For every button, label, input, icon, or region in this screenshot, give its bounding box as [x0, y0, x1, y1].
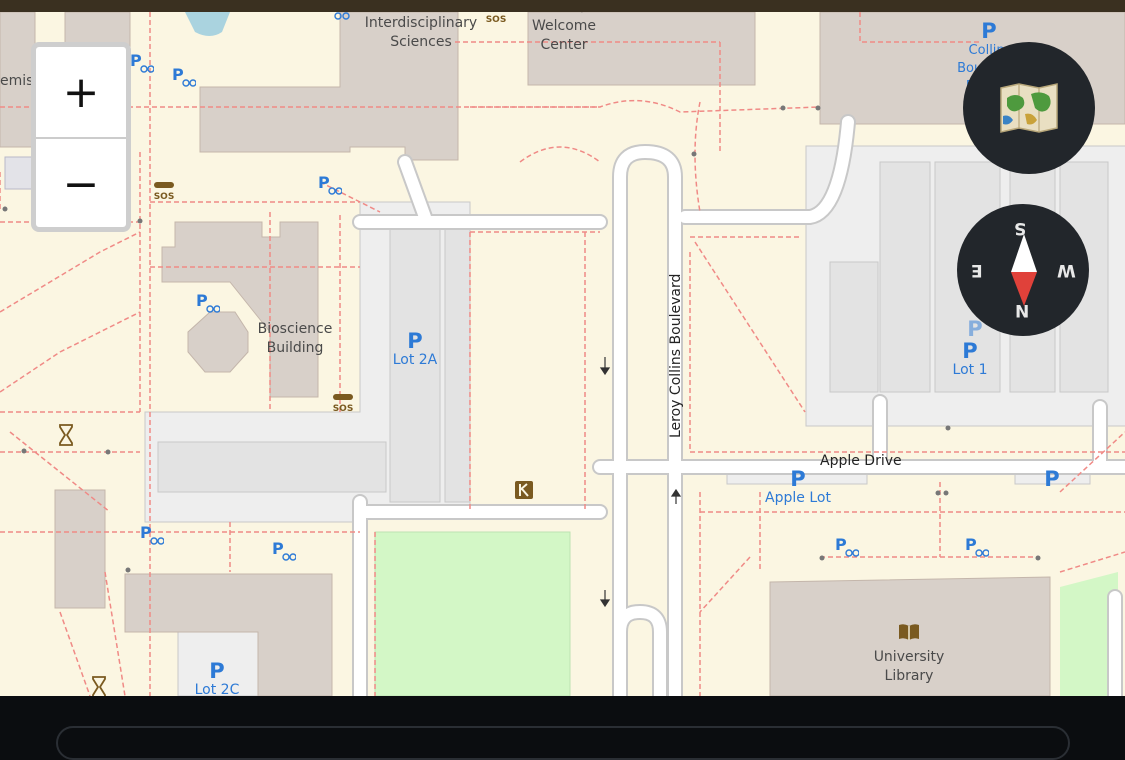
parking-apple-lot-label: P Apple Lot	[765, 467, 831, 506]
bicycle-parking-icon[interactable]: P	[272, 538, 297, 566]
svg-text:P: P	[130, 51, 142, 70]
map-layers-icon	[1000, 83, 1058, 133]
building	[187, 311, 249, 373]
green-field	[374, 531, 571, 696]
parking-aisle	[879, 161, 931, 393]
svg-text:SOS: SOS	[486, 15, 507, 25]
svg-text:P: P	[318, 173, 330, 192]
shop-icon[interactable]	[514, 480, 534, 504]
bicycle-parking-icon[interactable]: P	[140, 522, 165, 550]
label-university-library: University Library	[873, 649, 945, 684]
compass-east-label: E	[971, 260, 983, 280]
svg-text:P: P	[965, 535, 977, 554]
compass-button[interactable]: S N E W	[957, 204, 1089, 336]
label-apple-drive: Apple Drive	[820, 453, 902, 469]
compass-west-label: W	[1057, 260, 1076, 280]
search-panel-handle[interactable]	[56, 726, 1070, 760]
hourglass-icon[interactable]	[58, 424, 74, 450]
svg-text:P: P	[172, 65, 184, 84]
compass-needle-icon	[1011, 234, 1037, 306]
svg-text:SOS: SOS	[154, 192, 175, 202]
bicycle-parking-icon[interactable]: P	[172, 64, 197, 92]
map-layers-button[interactable]	[963, 42, 1095, 174]
pond	[185, 12, 230, 36]
building	[54, 489, 106, 609]
svg-text:SOS: SOS	[333, 404, 354, 414]
bicycle-parking-icon[interactable]: P	[318, 172, 343, 200]
parking-symbol: P	[1044, 467, 1060, 491]
label-bioscience-building: Bioscience Building	[257, 321, 333, 356]
label-welcome-center: Allen / Welcome Center	[531, 12, 597, 53]
library-icon[interactable]	[897, 622, 921, 646]
emergency-phone-icon[interactable]: SOS	[152, 180, 176, 206]
bottom-panel	[0, 696, 1125, 760]
svg-text:P: P	[196, 291, 208, 310]
building-bioscience	[161, 221, 319, 398]
top-bar	[0, 0, 1125, 12]
zoom-in-button[interactable]: +	[36, 47, 126, 137]
map-viewport[interactable]: Interdisciplinary Sciences Allen / Welco…	[0, 12, 1125, 696]
parking-aisle	[829, 261, 879, 393]
svg-text:P: P	[140, 523, 152, 542]
bicycle-parking-icon[interactable]: P	[965, 534, 990, 562]
parking-lot-2c-label: P Lot 2C	[194, 659, 240, 696]
label-interdisciplinary-sciences: Interdisciplinary Sciences	[364, 15, 478, 50]
zoom-control: + −	[31, 42, 131, 232]
emergency-phone-icon[interactable]: SOS	[484, 12, 508, 34]
label-leroy-collins-boulevard: Leroy Collins Boulevard	[668, 273, 684, 438]
bicycle-parking-icon[interactable]: P	[130, 50, 155, 78]
bicycle-parking-icon[interactable]: P	[196, 290, 221, 318]
svg-text:P: P	[272, 539, 284, 558]
hourglass-icon[interactable]	[91, 676, 107, 696]
bicycle-parking-icon[interactable]: P	[835, 534, 860, 562]
parking-lot-2a-label: P Lot 2A	[392, 329, 438, 368]
parking-symbol: P	[981, 19, 997, 43]
emergency-phone-icon[interactable]: SOS	[331, 392, 355, 418]
parking-aisle	[444, 216, 471, 503]
zoom-out-button[interactable]: −	[36, 137, 126, 227]
svg-text:P: P	[835, 535, 847, 554]
bicycle-parking-icon[interactable]	[330, 12, 354, 32]
parking-lot-1-label: P Lot 1	[952, 339, 988, 378]
parking-aisle	[157, 441, 387, 493]
